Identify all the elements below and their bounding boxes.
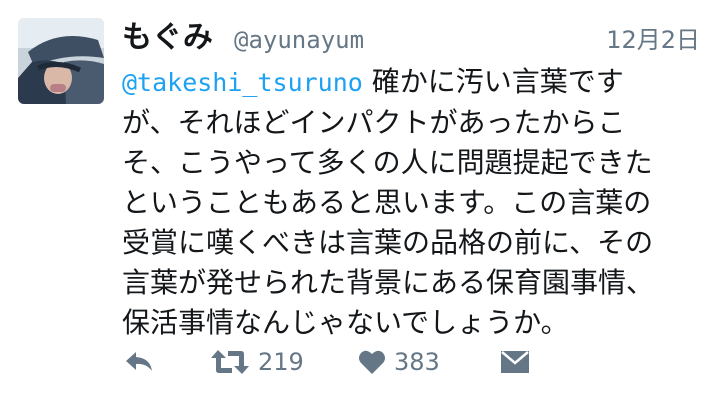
retweet-icon bbox=[210, 348, 250, 376]
author-display-name[interactable]: もぐみ bbox=[122, 20, 213, 56]
tweet-text-line: が、それほどインパクトがあったからこ bbox=[122, 106, 626, 139]
retweet-count: 219 bbox=[258, 348, 304, 376]
reply-icon bbox=[124, 349, 154, 375]
tweet-text-line: 保活事情なんじゃないでしょうか。 bbox=[122, 306, 569, 339]
like-button[interactable]: 383 bbox=[358, 340, 440, 384]
heart-icon bbox=[358, 349, 386, 375]
reply-button[interactable] bbox=[124, 340, 154, 384]
tweet-timestamp[interactable]: 12月2日 bbox=[606, 24, 700, 56]
tweet-text-line: ということもあると思います。この言葉の bbox=[122, 186, 652, 219]
envelope-icon bbox=[500, 349, 530, 375]
author-handle[interactable]: @ayunayum bbox=[234, 24, 364, 56]
tweet-actions: 219 383 bbox=[122, 340, 682, 384]
like-count: 383 bbox=[394, 348, 440, 376]
tweet-text-line: 受賞に嘆くべきは言葉の品格の前に、その bbox=[122, 226, 654, 259]
tweet-text-line: @takeshi_tsuruno 確かに汚い言葉です bbox=[122, 62, 702, 103]
tweet-text-line: そ、こうやって多くの人に問題提起できた bbox=[122, 146, 653, 179]
retweet-button[interactable]: 219 bbox=[210, 340, 304, 384]
avatar[interactable] bbox=[18, 18, 104, 104]
tweet-card[interactable]: もぐみ @ayunayum 12月2日 @takeshi_tsuruno 確かに… bbox=[0, 0, 720, 412]
direct-message-button[interactable] bbox=[500, 340, 530, 384]
tweet-text-segment: 確かに汚い言葉です bbox=[362, 65, 624, 98]
tweet-text: @takeshi_tsuruno 確かに汚い言葉です が、それほどインパクトがあ… bbox=[122, 62, 702, 343]
mention-link[interactable]: @takeshi_tsuruno bbox=[122, 68, 363, 97]
tweet-text-line: 言葉が発せられた背景にある保育園事情、 bbox=[122, 266, 655, 299]
